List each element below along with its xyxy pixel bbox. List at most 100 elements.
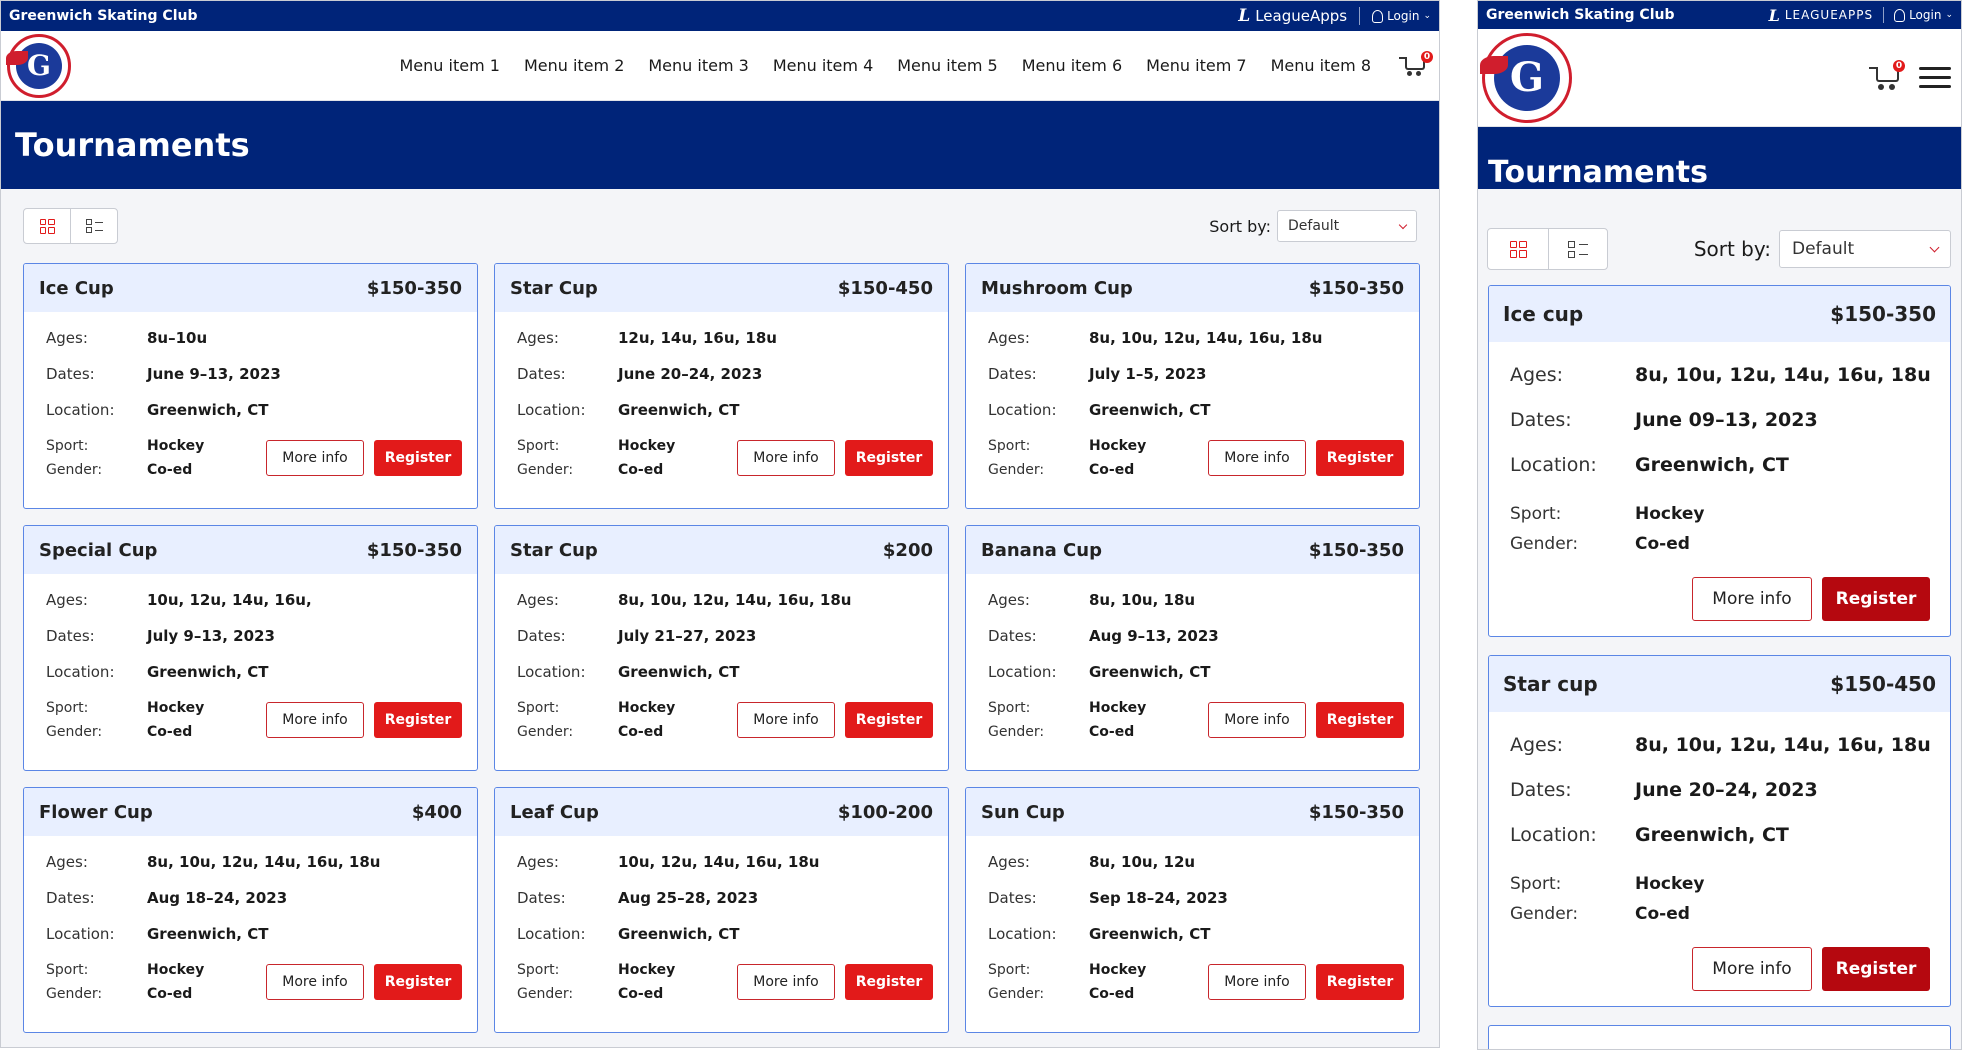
gender-label: Gender: [988,462,1045,478]
card-footer: Sport: Hockey Gender: Co-ed More info Registe… [1510,499,1936,621]
menu-item-3[interactable]: Menu item 3 [648,56,748,75]
tournament-name[interactable]: Mushroom Cup [981,278,1133,299]
ages-value: 8u, 10u, 12u, 14u, 16u, 18u [1089,329,1323,347]
register-button[interactable]: Register [845,702,933,738]
leagueapps-link[interactable]: L LeagueApps [1238,6,1347,26]
tournament-name[interactable]: Star Cup [510,540,598,561]
gender-row: Gender: Co-ed [1510,529,1936,559]
login-menu[interactable]: Login ⌄ [1372,9,1431,23]
register-button[interactable]: Register [845,964,933,1000]
card-actions: More info Register [266,702,462,738]
tournament-price: $150-350 [366,539,462,561]
card-footer: Sport: Hockey Gender: Co-ed More info Registe… [46,434,462,482]
card-footer: Sport: Hockey Gender: Co-ed More info Registe… [988,958,1404,1006]
card-footer: Sport: Hockey Gender: Co-ed More info Registe… [46,696,462,744]
gender-row: Gender: Co-ed [46,982,204,1006]
more-info-button[interactable]: More info [1208,440,1306,476]
register-button[interactable]: Register [374,964,462,1000]
tournament-name[interactable]: Star cup [1503,672,1598,696]
more-info-button[interactable]: More info [266,702,364,738]
sport-value: Hockey [618,438,676,454]
more-info-button[interactable]: More info [737,702,835,738]
top-utility-bar-mobile: Greenwich Skating Club L LEAGUEAPPS Logi… [1478,1,1961,29]
tournament-card-partial [1488,1025,1951,1049]
ages-label: Ages: [1510,363,1564,386]
tournament-name[interactable]: Leaf Cup [510,802,599,823]
register-button[interactable]: Register [374,702,462,738]
sort-select-mobile[interactable]: Default [1779,230,1951,268]
hamburger-menu-icon[interactable] [1919,67,1951,88]
register-button[interactable]: Register [374,440,462,476]
club-logo-mobile[interactable]: G [1480,32,1572,123]
sort-value-mobile: Default [1792,239,1855,259]
login-menu-mobile[interactable]: Login ⌄ [1894,8,1953,22]
card-footer: Sport: Hockey Gender: Co-ed More info Registe… [1510,869,1936,991]
card-actions: More info Register [1208,702,1404,738]
card-meta: Sport: Hockey Gender: Co-ed [1510,869,1936,929]
register-button[interactable]: Register [1822,947,1930,991]
card-footer: Sport: Hockey Gender: Co-ed More info Registe… [517,958,933,1006]
menu-item-6[interactable]: Menu item 6 [1022,56,1122,75]
sort-select[interactable]: Default [1277,210,1417,242]
more-info-button[interactable]: More info [737,964,835,1000]
more-info-button[interactable]: More info [737,440,835,476]
tournament-price: $150-450 [837,277,933,299]
page-title-banner: Tournaments [1,101,1439,189]
register-button[interactable]: Register [845,440,933,476]
more-info-button[interactable]: More info [1692,947,1812,991]
menu-item-2[interactable]: Menu item 2 [524,56,624,75]
sport-row: Sport: Hockey [988,434,1146,458]
menu-item-5[interactable]: Menu item 5 [897,56,997,75]
register-button[interactable]: Register [1316,440,1404,476]
tournament-name[interactable]: Banana Cup [981,540,1102,561]
dates-label: Dates: [46,365,95,383]
register-button[interactable]: Register [1822,577,1930,621]
tournament-card: Flower Cup $400 Ages: 8u, 10u, 12u, 14u, 16… [23,787,478,1033]
tournament-name[interactable]: Star Cup [510,278,598,299]
club-logo[interactable]: G [6,33,71,98]
page-title: Tournaments [15,126,250,164]
cart-button-mobile[interactable]: 0 [1869,59,1905,92]
register-button[interactable]: Register [1316,964,1404,1000]
list-icon [1568,240,1588,258]
list-view-button[interactable] [70,209,117,243]
tournament-name[interactable]: Ice cup [1503,302,1583,326]
more-info-button[interactable]: More info [1692,577,1812,621]
tournament-name[interactable]: Flower Cup [39,802,153,823]
cart-button[interactable]: 0 [1399,50,1433,78]
location-value: Greenwich, CT [1089,401,1211,419]
register-button[interactable]: Register [1316,702,1404,738]
card-header: Mushroom Cup $150-350 [966,264,1419,312]
menu-item-1[interactable]: Menu item 1 [400,56,500,75]
gender-row: Gender: Co-ed [46,720,204,744]
list-icon [85,219,103,233]
card-actions: More info Register [266,440,462,476]
leagueapps-link-mobile[interactable]: L LEAGUEAPPS [1769,6,1873,25]
card-footer: Sport: Hockey Gender: Co-ed More info Registe… [517,434,933,482]
grid-view-button[interactable] [24,209,70,243]
more-info-button[interactable]: More info [1208,964,1306,1000]
more-info-button[interactable]: More info [1208,702,1306,738]
grid-view-button-mobile[interactable] [1488,229,1548,269]
ages-label: Ages: [988,329,1030,347]
list-view-button-mobile[interactable] [1548,229,1607,269]
menu-item-4[interactable]: Menu item 4 [773,56,873,75]
more-info-button[interactable]: More info [266,964,364,1000]
tournament-name[interactable]: Ice Cup [39,278,114,299]
tournament-name[interactable]: Special Cup [39,540,157,561]
ages-label: Ages: [46,329,88,347]
menu-item-7[interactable]: Menu item 7 [1146,56,1246,75]
grid-icon [1509,240,1527,258]
menu-item-8[interactable]: Menu item 8 [1271,56,1371,75]
location-label: Location: [46,925,115,943]
sort-label-mobile: Sort by: [1693,237,1771,261]
tournament-name[interactable]: Sun Cup [981,802,1065,823]
gender-label: Gender: [46,724,103,740]
sport-row: Sport: Hockey [517,696,675,720]
ages-label: Ages: [46,591,88,609]
card-header: Sun Cup $150-350 [966,788,1419,836]
more-info-button[interactable]: More info [266,440,364,476]
location-value: Greenwich, CT [147,925,269,943]
sport-label: Sport: [988,438,1031,454]
sort-value: Default [1288,218,1340,234]
